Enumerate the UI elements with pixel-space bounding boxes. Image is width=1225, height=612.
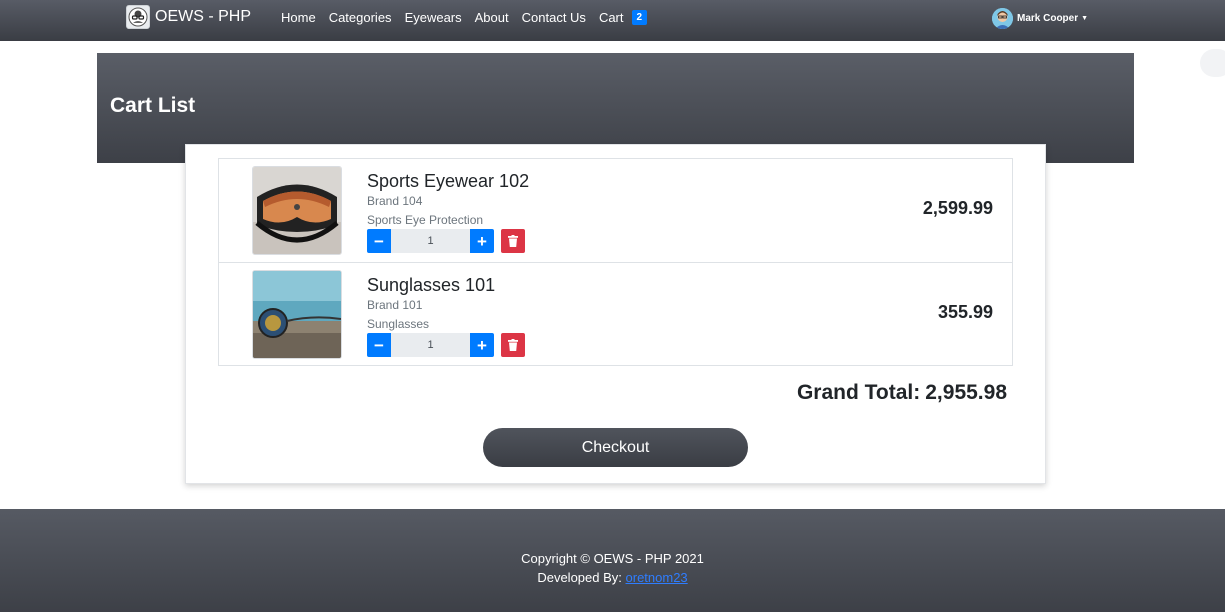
product-category: Sports Eye Protection	[367, 213, 484, 227]
product-image-sunglasses	[252, 270, 342, 359]
nav-contact-us[interactable]: Contact Us	[522, 10, 586, 25]
increase-qty-button[interactable]: +	[470, 229, 494, 253]
quantity-stepper: − +	[367, 229, 525, 253]
cart-card: Sports Eyewear 102 Brand 104 Sports Eye …	[185, 144, 1046, 484]
product-image-sports-eyewear	[252, 166, 342, 255]
remove-item-button[interactable]	[501, 229, 525, 253]
product-price: 355.99	[937, 302, 993, 322]
nav-home[interactable]: Home	[281, 10, 316, 25]
cart-item: Sports Eyewear 102 Brand 104 Sports Eye …	[219, 159, 1012, 262]
product-category: Sunglasses	[367, 317, 430, 331]
nav-links: Home Categories Eyewears About Contact U…	[281, 10, 648, 25]
product-name: Sports Eyewear 102	[367, 171, 530, 191]
quantity-stepper: − +	[367, 333, 525, 357]
remove-item-button[interactable]	[501, 333, 525, 357]
developer-credit: Developed By: oretnom23	[0, 570, 1225, 585]
brand[interactable]: OEWS - PHP	[126, 5, 251, 29]
grand-total-value: 2,955.98	[925, 381, 1007, 404]
nav-eyewears[interactable]: Eyewears	[405, 10, 462, 25]
trash-icon	[508, 339, 518, 351]
user-name: Mark Cooper	[1017, 13, 1079, 24]
cart-item: Sunglasses 101 Brand 101 Sunglasses − +	[219, 262, 1012, 365]
grand-total-label: Grand Total:	[796, 381, 921, 404]
product-price: 2,599.99	[922, 198, 993, 218]
quantity-input[interactable]	[391, 333, 470, 357]
plus-icon: +	[477, 335, 487, 355]
quantity-input[interactable]	[391, 229, 470, 253]
floating-handle[interactable]	[1200, 49, 1225, 77]
caret-down-icon: ▼	[1081, 15, 1089, 22]
footer: Copyright © OEWS - PHP 2021 Developed By…	[0, 509, 1225, 612]
developer-link[interactable]: oretnom23	[626, 570, 688, 585]
nav-cart[interactable]: Cart	[599, 10, 624, 25]
decrease-qty-button[interactable]: −	[367, 333, 391, 357]
nav-categories[interactable]: Categories	[329, 10, 392, 25]
brand-name: OEWS - PHP	[155, 8, 252, 25]
plus-icon: +	[477, 231, 487, 251]
user-menu[interactable]: Mark Cooper ▼	[992, 8, 1088, 29]
product-name: Sunglasses 101	[367, 275, 496, 295]
copyright-text: Copyright © OEWS - PHP 2021	[521, 551, 704, 566]
avatar	[992, 8, 1013, 29]
checkout-button[interactable]: Checkout	[483, 428, 748, 467]
cart-list: Sports Eyewear 102 Brand 104 Sports Eye …	[218, 158, 1013, 366]
increase-qty-button[interactable]: +	[470, 333, 494, 357]
developed-by-label: Developed By:	[537, 570, 622, 585]
decrease-qty-button[interactable]: −	[367, 229, 391, 253]
cart-count-badge: 2	[631, 10, 648, 25]
minus-icon: −	[374, 231, 384, 251]
minus-icon: −	[374, 335, 384, 355]
brand-logo-icon	[126, 5, 150, 29]
grand-total: Grand Total: 2,955.98	[797, 381, 1007, 405]
page-title: Cart List	[110, 94, 196, 117]
trash-icon	[508, 235, 518, 247]
top-navbar: OEWS - PHP Home Categories Eyewears Abou…	[0, 0, 1225, 41]
product-brand: Brand 104	[367, 194, 423, 208]
nav-about[interactable]: About	[475, 10, 509, 25]
product-brand: Brand 101	[367, 298, 423, 312]
